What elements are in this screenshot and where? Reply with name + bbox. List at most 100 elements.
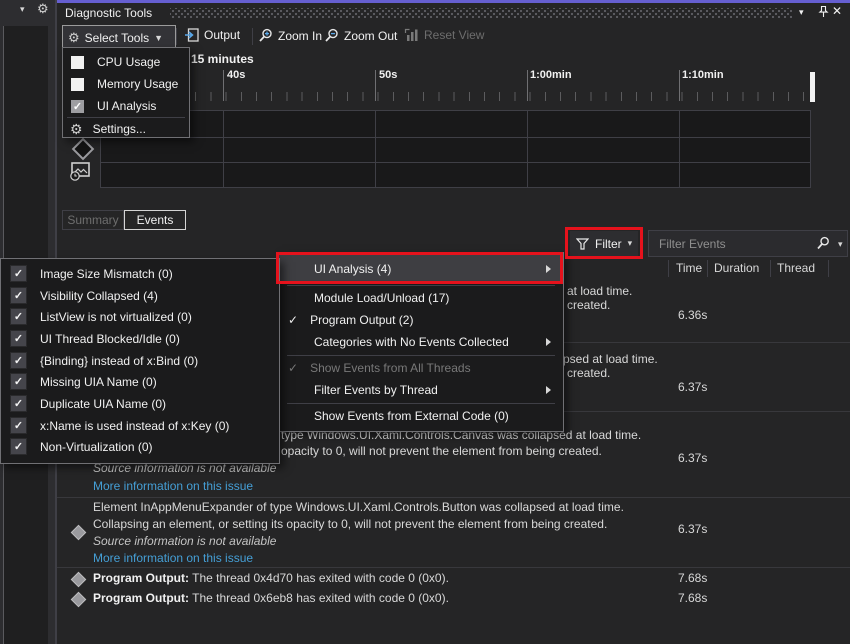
submenu-item-image-size-mismatch[interactable]: ✓ Image Size Mismatch (0) xyxy=(1,263,279,284)
show-all-threads-label: Show Events from All Threads xyxy=(310,361,471,375)
event-row[interactable]: created. xyxy=(567,366,610,380)
reset-view-button[interactable]: Reset View xyxy=(404,28,484,42)
ui-analysis-events-label: UI Analysis (4) xyxy=(314,262,391,276)
event-row[interactable]: psed at load time. xyxy=(563,352,658,366)
menu-item-program-output[interactable]: ✓ Program Output (2) xyxy=(279,309,563,331)
more-information-link[interactable]: More information on this issue xyxy=(93,551,253,565)
tab-summary-label: Summary xyxy=(67,213,118,227)
event-row[interactable]: Program Output: The thread 0x6eb8 has ex… xyxy=(93,591,449,605)
window-options-chevron-icon[interactable]: ▾ xyxy=(799,7,804,18)
reset-view-icon xyxy=(404,28,419,42)
menu-item-module-load[interactable]: Module Load/Unload (17) xyxy=(279,287,563,309)
event-row[interactable]: opacity to 0, will not prevent the eleme… xyxy=(281,444,602,458)
column-header-time[interactable]: Time xyxy=(676,261,702,275)
filter-button[interactable]: Filter ▾ xyxy=(570,231,638,256)
binding-instead-xbind-label: {Binding} instead of x:Bind (0) xyxy=(40,354,198,368)
grid-row-line xyxy=(101,162,810,163)
event-row[interactable]: Element InAppMenuExpander of type Window… xyxy=(93,500,624,514)
filter-button-label: Filter xyxy=(595,237,622,251)
event-row[interactable]: Program Output: The thread 0x4d70 has ex… xyxy=(93,571,449,585)
column-separator[interactable] xyxy=(828,260,829,277)
ruler-tick-label: 50s xyxy=(379,69,397,81)
zoom-out-icon xyxy=(324,28,339,43)
tab-events-label: Events xyxy=(137,213,174,227)
column-separator[interactable] xyxy=(770,260,771,277)
zoom-in-button[interactable]: Zoom In xyxy=(258,28,322,43)
timeline-grid[interactable] xyxy=(100,110,811,188)
duplicate-uia-name-checkbox[interactable]: ✓ xyxy=(10,395,27,412)
diagnostic-tools-screen: ▾ ⚙ Diagnostic Tools ▾ ✕ ⚙ Select Tools … xyxy=(0,0,850,644)
select-tools-caret-icon: ▼ xyxy=(154,33,163,43)
settings-label: Settings... xyxy=(93,122,146,136)
zoom-out-label: Zoom Out xyxy=(344,29,397,43)
categories-no-events-label: Categories with No Events Collected xyxy=(314,335,509,349)
menu-item-ui-analysis-events[interactable]: UI Analysis (4) xyxy=(279,255,563,283)
menu-item-ui-analysis[interactable]: ✓ UI Analysis xyxy=(63,95,189,117)
ui-analysis-checkbox[interactable]: ✓ xyxy=(71,100,84,113)
search-icon[interactable] xyxy=(816,236,830,255)
event-row[interactable]: at load time. xyxy=(567,284,632,298)
tab-summary[interactable]: Summary xyxy=(62,210,124,230)
current-time-marker[interactable] xyxy=(810,72,815,102)
submenu-item-listview-not-virtualized[interactable]: ✓ ListView is not virtualized (0) xyxy=(1,306,279,327)
dock-gear-icon[interactable]: ⚙ xyxy=(37,2,49,15)
binding-instead-xbind-checkbox[interactable]: ✓ xyxy=(10,352,27,369)
memory-usage-checkbox[interactable] xyxy=(71,78,84,91)
menu-separator xyxy=(287,285,555,286)
submenu-item-missing-uia-name[interactable]: ✓ Missing UIA Name (0) xyxy=(1,371,279,392)
more-information-link[interactable]: More information on this issue xyxy=(93,479,253,493)
menu-separator xyxy=(287,355,555,356)
column-separator[interactable] xyxy=(668,260,669,277)
submenu-item-ui-thread-blocked[interactable]: ✓ UI Thread Blocked/Idle (0) xyxy=(1,328,279,349)
non-virtualization-checkbox[interactable]: ✓ xyxy=(10,438,27,455)
submenu-item-binding-instead-xbind[interactable]: ✓ {Binding} instead of x:Bind (0) xyxy=(1,350,279,371)
ui-thread-blocked-checkbox[interactable]: ✓ xyxy=(10,330,27,347)
menu-item-memory-usage[interactable]: Memory Usage xyxy=(63,73,189,95)
close-icon[interactable]: ✕ xyxy=(832,4,842,18)
event-row-separator xyxy=(57,497,850,498)
submenu-arrow-icon xyxy=(546,265,551,273)
image-size-mismatch-checkbox[interactable]: ✓ xyxy=(10,265,27,282)
xname-instead-xkey-checkbox[interactable]: ✓ xyxy=(10,417,27,434)
submenu-item-xname-instead-xkey[interactable]: ✓ x:Name is used instead of x:Key (0) xyxy=(1,415,279,436)
event-time: 7.68s xyxy=(678,591,707,605)
missing-uia-name-checkbox[interactable]: ✓ xyxy=(10,373,27,390)
event-row-separator xyxy=(57,567,850,568)
non-virtualization-label: Non-Virtualization (0) xyxy=(40,440,153,454)
column-separator[interactable] xyxy=(707,260,708,277)
visibility-collapsed-checkbox[interactable]: ✓ xyxy=(10,287,27,304)
event-source-info: Source information is not available xyxy=(93,534,276,548)
submenu-item-duplicate-uia-name[interactable]: ✓ Duplicate UIA Name (0) xyxy=(1,393,279,414)
event-row[interactable]: Collapsing an element, or setting its op… xyxy=(93,517,607,531)
menu-item-filter-by-thread[interactable]: Filter Events by Thread xyxy=(279,379,563,401)
external-code-label: Show Events from External Code (0) xyxy=(314,409,509,423)
submenu-item-non-virtualization[interactable]: ✓ Non-Virtualization (0) xyxy=(1,436,279,457)
menu-item-settings[interactable]: ⚙ Settings... xyxy=(63,119,189,139)
ruler-major-tick xyxy=(527,70,528,101)
duplicate-uia-name-label: Duplicate UIA Name (0) xyxy=(40,397,166,411)
menu-item-external-code[interactable]: Show Events from External Code (0) xyxy=(279,405,563,427)
event-time: 6.37s xyxy=(678,522,707,536)
submenu-item-visibility-collapsed[interactable]: ✓ Visibility Collapsed (4) xyxy=(1,285,279,306)
output-button[interactable]: Output xyxy=(184,28,240,42)
ui-analysis-flyout-menu: ✓ Image Size Mismatch (0) ✓ Visibility C… xyxy=(0,258,280,464)
column-header-thread[interactable]: Thread xyxy=(777,261,815,275)
menu-item-categories-no-events[interactable]: Categories with No Events Collected xyxy=(279,331,563,353)
menu-item-cpu-usage[interactable]: CPU Usage xyxy=(63,51,189,73)
cpu-usage-label: CPU Usage xyxy=(97,55,160,69)
listview-not-virtualized-checkbox[interactable]: ✓ xyxy=(10,308,27,325)
titlebar-drag-texture xyxy=(170,8,792,18)
search-options-caret-icon[interactable]: ▾ xyxy=(838,239,843,250)
zoom-out-button[interactable]: Zoom Out xyxy=(324,28,397,43)
cpu-usage-checkbox[interactable] xyxy=(71,56,84,69)
pin-icon[interactable] xyxy=(817,5,830,23)
grid-col-line xyxy=(527,111,528,187)
menu-separator xyxy=(67,117,185,118)
ruler-major-tick xyxy=(375,70,376,101)
grid-col-line xyxy=(375,111,376,187)
event-row[interactable]: created. xyxy=(567,298,610,312)
dock-chevron-down-icon[interactable]: ▾ xyxy=(20,4,25,15)
column-header-duration[interactable]: Duration xyxy=(714,261,759,275)
tab-events[interactable]: Events xyxy=(124,210,186,230)
ruler-minor-ticks[interactable] xyxy=(104,92,810,101)
